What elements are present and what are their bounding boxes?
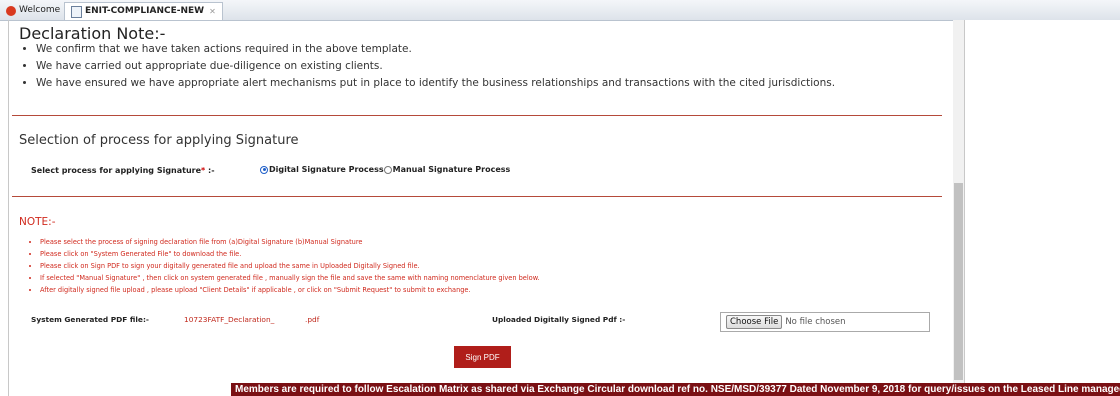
radio-manual-signature[interactable] (383, 165, 392, 174)
label-suffix: :- (205, 166, 215, 175)
signature-field-label-text: Select process for applying Signature (31, 166, 202, 175)
declaration-item: We have ensured we have appropriate aler… (36, 77, 956, 89)
scrollbar-thumb[interactable] (954, 183, 963, 380)
no-file-text: No file chosen (785, 317, 846, 327)
note-item: Please click on "System Generated File" … (40, 250, 540, 258)
radio-digital-signature-label[interactable]: Digital Signature Process (269, 165, 384, 174)
declaration-item: We have carried out appropriate due-dili… (36, 60, 956, 72)
tab-enit-compliance[interactable]: ENIT-COMPLIANCE-NEW ✕ (64, 2, 223, 20)
signature-section-title: Selection of process for applying Signat… (19, 133, 299, 148)
tab-welcome-label: Welcome (19, 5, 61, 15)
note-item: Please click on Sign PDF to sign your di… (40, 262, 540, 270)
announcement-ticker: Members are required to follow Escalatio… (231, 383, 1120, 396)
signature-radio-group: Digital Signature Process Manual Signatu… (260, 165, 510, 174)
radio-manual-signature-label[interactable]: Manual Signature Process (393, 165, 511, 174)
system-pdf-ext[interactable]: .pdf (305, 315, 319, 324)
uploaded-pdf-label: Uploaded Digitally Signed Pdf :- (492, 315, 626, 324)
declaration-list: We confirm that we have taken actions re… (20, 43, 956, 94)
file-upload-input[interactable]: Choose File No file chosen (720, 312, 930, 332)
declaration-item: We confirm that we have taken actions re… (36, 43, 956, 55)
close-icon[interactable]: ✕ (209, 3, 216, 20)
note-item: If selected "Manual Signature" , then cl… (40, 274, 540, 282)
signature-field-label: Select process for applying Signature* :… (31, 166, 215, 175)
divider (12, 196, 942, 197)
note-title: NOTE:- (19, 216, 56, 228)
tab-enit-compliance-label: ENIT-COMPLIANCE-NEW (85, 6, 205, 16)
choose-file-button[interactable]: Choose File (726, 315, 783, 329)
note-item: After digitally signed file upload , ple… (40, 286, 540, 294)
tab-welcome[interactable]: Welcome (2, 2, 64, 19)
system-pdf-label: System Generated PDF file:- (31, 315, 149, 324)
home-icon (6, 5, 16, 16)
document-icon (71, 5, 82, 18)
note-list: Please select the process of signing dec… (30, 238, 540, 298)
note-item: Please select the process of signing dec… (40, 238, 540, 246)
tab-bar: Welcome ENIT-COMPLIANCE-NEW ✕ (0, 0, 1120, 21)
declaration-title: Declaration Note:- (19, 24, 166, 43)
divider (12, 115, 942, 116)
system-pdf-link[interactable]: 10723FATF_Declaration_ (184, 315, 274, 324)
radio-digital-signature[interactable] (260, 165, 268, 174)
sign-pdf-button[interactable]: Sign PDF (454, 346, 511, 368)
right-panel (964, 20, 1120, 396)
